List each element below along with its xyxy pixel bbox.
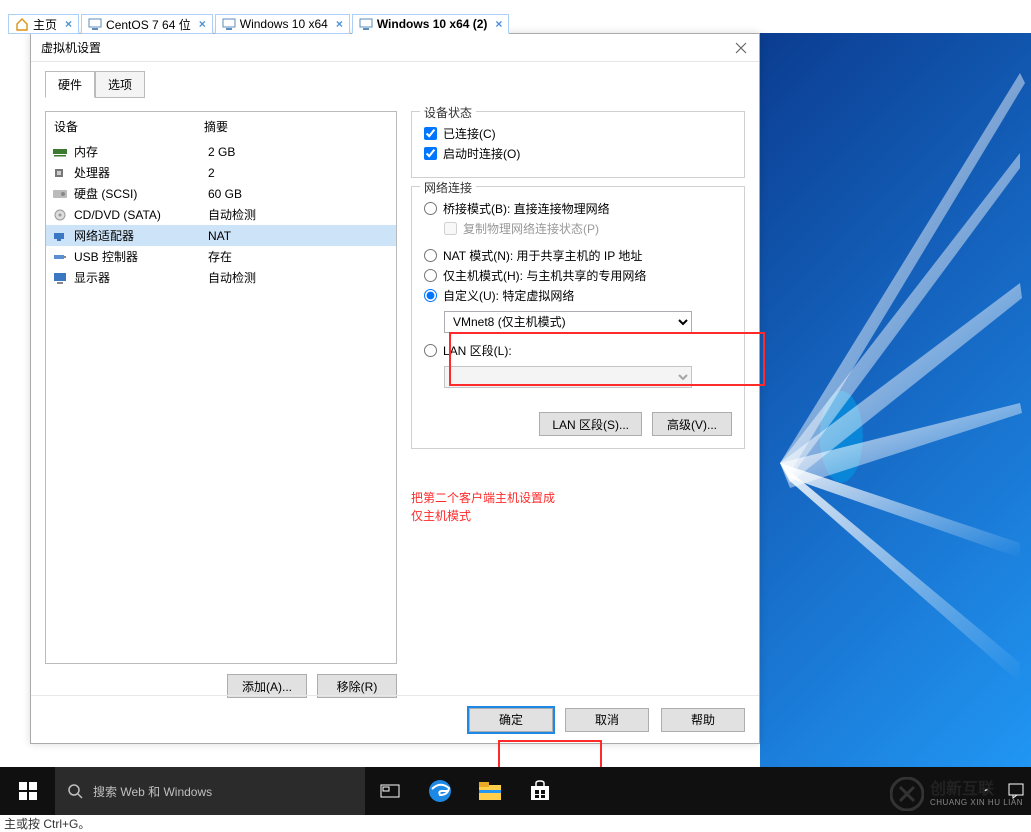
column-device: 设备	[54, 118, 204, 135]
vm-settings-dialog: 虚拟机设置 硬件选项 设备 摘要 内存 2 GB	[30, 33, 760, 744]
tab-label: 主页	[33, 16, 57, 33]
close-icon[interactable]: ×	[65, 17, 72, 31]
search-icon	[67, 783, 83, 799]
device-summary: 2 GB	[208, 145, 235, 159]
tab-label: CentOS 7 64 位	[106, 16, 191, 33]
device-row-cpu[interactable]: 处理器 2	[46, 162, 396, 183]
help-button[interactable]: 帮助	[661, 708, 745, 732]
radio-lan-segment[interactable]: LAN 区段(L):	[424, 342, 732, 359]
column-summary: 摘要	[204, 118, 228, 135]
device-name: USB 控制器	[74, 248, 208, 265]
dialog-footer: 确定 取消 帮助	[31, 695, 759, 743]
radio-nat[interactable]: NAT 模式(N): 用于共享主机的 IP 地址	[424, 247, 732, 264]
device-summary: 2	[208, 166, 215, 180]
tab-label: Windows 10 x64	[240, 17, 328, 31]
home-icon	[15, 17, 29, 31]
workstation-tabs: 主页 × CentOS 7 64 位 × Windows 10 x64 × Wi…	[8, 14, 509, 32]
start-button[interactable]	[0, 767, 55, 815]
vm-icon	[359, 17, 373, 31]
device-row-disk[interactable]: 硬盘 (SCSI) 60 GB	[46, 183, 396, 204]
windows-taskbar: 搜索 Web 和 Windows	[0, 767, 1031, 815]
connect-poweron-checkbox[interactable]: 启动时连接(O)	[424, 145, 732, 162]
usb-icon	[52, 251, 68, 263]
ok-button[interactable]: 确定	[469, 708, 553, 732]
disk-icon	[52, 188, 68, 200]
tab-hardware[interactable]: 硬件	[45, 71, 95, 98]
radio-bridged[interactable]: 桥接模式(B): 直接连接物理网络	[424, 200, 732, 217]
file-explorer-button[interactable]	[465, 767, 515, 815]
guest-left-strip	[0, 33, 30, 767]
device-name: 处理器	[74, 164, 208, 181]
device-name: 硬盘 (SCSI)	[74, 185, 208, 202]
device-row-network[interactable]: 网络适配器 NAT	[46, 225, 396, 246]
network-connection-group: 网络连接 桥接模式(B): 直接连接物理网络 复制物理网络连接状态(P) NAT…	[411, 186, 745, 449]
memory-icon	[52, 146, 68, 158]
device-name: 网络适配器	[74, 227, 208, 244]
device-list[interactable]: 设备 摘要 内存 2 GB 处理器 2 硬盘 (SCSI) 60 GB	[45, 111, 397, 664]
watermark-logo: 创新互联 CHUANG XIN HU LIAN	[890, 777, 1023, 811]
advanced-button[interactable]: 高级(V)...	[652, 412, 732, 436]
tab-options[interactable]: 选项	[95, 71, 145, 98]
edge-browser-button[interactable]	[415, 767, 465, 815]
device-row-display[interactable]: 显示器 自动检测	[46, 267, 396, 288]
vm-icon	[88, 17, 102, 31]
display-icon	[52, 272, 68, 284]
group-title: 网络连接	[420, 179, 476, 196]
dialog-close-button[interactable]	[733, 40, 749, 56]
tab-centos[interactable]: CentOS 7 64 位 ×	[81, 14, 213, 34]
dialog-title: 虚拟机设置	[41, 39, 733, 56]
dialog-titlebar[interactable]: 虚拟机设置	[31, 34, 759, 62]
device-name: 显示器	[74, 269, 208, 286]
task-view-button[interactable]	[365, 767, 415, 815]
vm-icon	[222, 17, 236, 31]
guest-desktop-wallpaper	[760, 33, 1031, 767]
cancel-button[interactable]: 取消	[565, 708, 649, 732]
store-button[interactable]	[515, 767, 565, 815]
settings-tabs: 硬件选项	[45, 70, 745, 97]
device-summary: 自动检测	[208, 269, 256, 286]
checkbox-replicate[interactable]: 复制物理网络连接状态(P)	[444, 220, 732, 237]
cpu-icon	[52, 167, 68, 179]
close-icon[interactable]: ×	[199, 17, 206, 31]
device-row-cd[interactable]: CD/DVD (SATA) 自动检测	[46, 204, 396, 225]
network-icon	[52, 230, 68, 242]
annotation-text: 把第二个客户端主机设置成 仅主机模式	[411, 489, 745, 525]
device-name: 内存	[74, 143, 208, 160]
device-summary: 自动检测	[208, 206, 256, 223]
tab-home[interactable]: 主页 ×	[8, 14, 79, 34]
radio-hostonly[interactable]: 仅主机模式(H): 与主机共享的专用网络	[424, 267, 732, 284]
device-row-memory[interactable]: 内存 2 GB	[46, 141, 396, 162]
tab-win10-1[interactable]: Windows 10 x64 ×	[215, 14, 350, 34]
lan-segments-button[interactable]: LAN 区段(S)...	[539, 412, 642, 436]
close-icon[interactable]: ×	[495, 17, 502, 31]
tab-label: Windows 10 x64 (2)	[377, 17, 488, 31]
device-list-header: 设备 摘要	[46, 112, 396, 141]
device-status-group: 设备状态 已连接(C) 启动时连接(O)	[411, 111, 745, 178]
taskbar-search[interactable]: 搜索 Web 和 Windows	[55, 767, 365, 815]
device-summary: 60 GB	[208, 187, 242, 201]
status-hint: 主或按 Ctrl+G。	[0, 815, 1031, 831]
logo-icon	[890, 777, 924, 811]
device-summary: NAT	[208, 229, 231, 243]
search-placeholder: 搜索 Web 和 Windows	[93, 783, 212, 800]
close-icon[interactable]: ×	[336, 17, 343, 31]
tab-win10-2[interactable]: Windows 10 x64 (2) ×	[352, 14, 510, 34]
radio-custom[interactable]: 自定义(U): 特定虚拟网络	[424, 287, 732, 304]
lan-segment-select	[444, 366, 692, 388]
device-row-usb[interactable]: USB 控制器 存在	[46, 246, 396, 267]
device-panel: 设备 摘要 内存 2 GB 处理器 2 硬盘 (SCSI) 60 GB	[45, 111, 397, 732]
device-name: CD/DVD (SATA)	[74, 208, 208, 222]
connected-checkbox[interactable]: 已连接(C)	[424, 125, 732, 142]
cd-icon	[52, 209, 68, 221]
device-detail-panel: 设备状态 已连接(C) 启动时连接(O) 网络连接 桥接模式(B): 直接连接物…	[397, 111, 745, 732]
device-summary: 存在	[208, 248, 232, 265]
custom-vmnet-select[interactable]: VMnet8 (仅主机模式)	[444, 311, 692, 333]
highlight-ok-button	[498, 740, 602, 770]
group-title: 设备状态	[420, 104, 476, 121]
